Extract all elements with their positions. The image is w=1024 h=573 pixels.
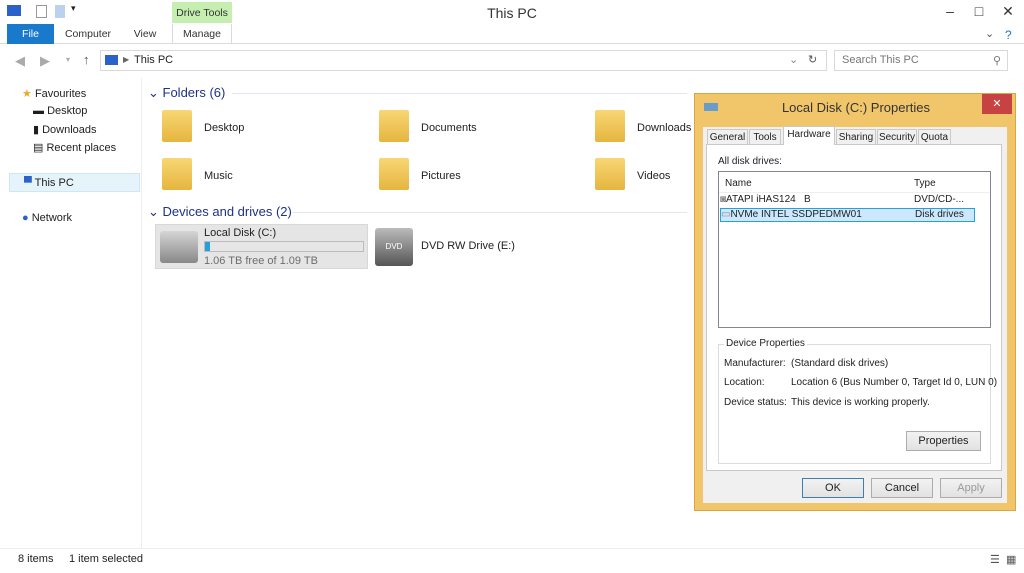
address-bar[interactable]: ▶ This PC ⌄ ↻	[100, 50, 827, 71]
dialog-title: Local Disk (C:) Properties	[781, 100, 931, 115]
properties-dialog: Local Disk (C:) Properties ✕ General Too…	[694, 93, 1016, 511]
tab-computer[interactable]: Computer	[58, 24, 118, 44]
apply-button[interactable]: Apply	[940, 478, 1002, 498]
search-input[interactable]: Search This PC ⚲	[834, 50, 1008, 71]
nav-downloads[interactable]: ▮ Downloads	[33, 123, 97, 136]
recent-locations-icon[interactable]: ▾	[66, 55, 70, 64]
item-count: 8 items	[18, 553, 54, 565]
star-icon: ★	[22, 88, 32, 100]
dvd-drive-icon: DVD	[375, 228, 413, 266]
device-properties-button[interactable]: Properties	[906, 431, 981, 451]
dialog-close-button[interactable]: ✕	[982, 94, 1012, 114]
folder-videos[interactable]: Videos	[595, 158, 670, 190]
maximize-button[interactable]: □	[965, 0, 993, 22]
folder-icon	[379, 158, 409, 190]
folder-icon	[162, 158, 192, 190]
nav-network[interactable]: ● Network	[22, 212, 72, 224]
disk-drive-list[interactable]: Name Type ◙ATAPI iHAS124 B DVD/CD-... ▭NV…	[718, 171, 991, 328]
dropdown-icon[interactable]: ⌄	[789, 53, 798, 66]
drive-local-disk-c[interactable]: Local Disk (C:) 1.06 TB free of 1.09 TB	[155, 224, 368, 269]
drive-name: DVD RW Drive (E:)	[421, 240, 515, 252]
tab-sharing[interactable]: Sharing	[836, 129, 876, 145]
folder-pictures[interactable]: Pictures	[379, 158, 461, 190]
folder-music[interactable]: Music	[162, 158, 233, 190]
title-bar: ▾ This PC – □ ✕	[0, 0, 1024, 24]
nav-this-pc[interactable]: ▀ This PC	[9, 173, 140, 192]
tab-manage[interactable]: Manage	[172, 24, 232, 44]
column-name[interactable]: Name	[725, 178, 752, 189]
location-label: Location:	[724, 377, 765, 388]
minimize-button[interactable]: –	[936, 0, 964, 22]
status-value: This device is working properly.	[791, 397, 930, 408]
manufacturer-value: (Standard disk drives)	[791, 358, 889, 369]
close-button[interactable]: ✕	[994, 0, 1022, 22]
computer-icon	[105, 55, 118, 65]
location-value: Location 6 (Bus Number 0, Target Id 0, L…	[791, 377, 998, 388]
tab-security[interactable]: Security	[877, 129, 917, 145]
tab-tools[interactable]: Tools	[749, 129, 781, 145]
tab-file[interactable]: File	[7, 24, 54, 44]
all-drives-label: All disk drives:	[718, 156, 782, 167]
folder-icon	[379, 110, 409, 142]
address-path: This PC	[134, 54, 174, 66]
folder-icon	[595, 158, 625, 190]
manufacturer-label: Manufacturer:	[724, 358, 786, 369]
large-icons-view-icon[interactable]: ▦	[1006, 553, 1016, 566]
status-bar: 8 items 1 item selected ☰ ▦	[0, 548, 1024, 573]
drive-dvd-e[interactable]: DVD DVD RW Drive (E:)	[375, 228, 515, 266]
tab-quota[interactable]: Quota	[918, 129, 951, 145]
folder-icon	[162, 110, 192, 142]
tab-view[interactable]: View	[122, 24, 168, 44]
drive-name: Local Disk (C:)	[204, 227, 277, 239]
folder-desktop[interactable]: Desktop	[162, 110, 244, 142]
tab-hardware[interactable]: Hardware	[783, 126, 835, 145]
chevron-right-icon[interactable]: ▶	[123, 55, 129, 64]
drive-free-space: 1.06 TB free of 1.09 TB	[204, 255, 318, 267]
group-label: Device Properties	[724, 338, 807, 349]
nav-favourites[interactable]: ★ Favourites	[22, 87, 86, 100]
hard-drive-icon	[160, 231, 198, 263]
refresh-icon[interactable]: ↻	[808, 53, 817, 66]
cancel-button[interactable]: Cancel	[871, 478, 933, 498]
drive-usage-bar	[204, 241, 364, 252]
column-type[interactable]: Type	[914, 178, 936, 189]
folder-downloads[interactable]: Downloads	[595, 110, 691, 142]
window-title: This PC	[487, 5, 537, 21]
navigation-pane: ★ Favourites ▬ Desktop ▮ Downloads ▤ Rec…	[0, 78, 142, 548]
folder-documents[interactable]: Documents	[379, 110, 477, 142]
drives-header[interactable]: ⌄ Devices and drives (2)	[148, 204, 292, 220]
table-row[interactable]: ◙ATAPI iHAS124 B DVD/CD-...	[720, 194, 975, 208]
up-button[interactable]: ↑	[83, 52, 90, 67]
status-label: Device status:	[724, 397, 787, 408]
table-row-selected[interactable]: ▭NVMe INTEL SSDPEDMW01 Disk drives	[720, 208, 975, 222]
details-view-icon[interactable]: ☰	[990, 553, 1000, 566]
tab-general[interactable]: General	[707, 129, 748, 145]
back-button[interactable]: ◀	[15, 53, 25, 69]
search-placeholder: Search This PC	[842, 54, 919, 66]
folders-header[interactable]: ⌄ Folders (6)	[148, 85, 225, 101]
help-icon[interactable]: ?	[1005, 28, 1012, 42]
expand-ribbon-icon[interactable]: ⌄	[985, 27, 994, 40]
drive-tools-label: Drive Tools	[172, 2, 232, 23]
folder-icon	[595, 110, 625, 142]
selection-count: 1 item selected	[69, 553, 143, 565]
nav-recent-places[interactable]: ▤ Recent places	[33, 141, 116, 154]
forward-button[interactable]: ▶	[40, 53, 50, 69]
ok-button[interactable]: OK	[802, 478, 864, 498]
nav-desktop[interactable]: ▬ Desktop	[33, 105, 87, 117]
search-icon: ⚲	[992, 55, 1001, 67]
